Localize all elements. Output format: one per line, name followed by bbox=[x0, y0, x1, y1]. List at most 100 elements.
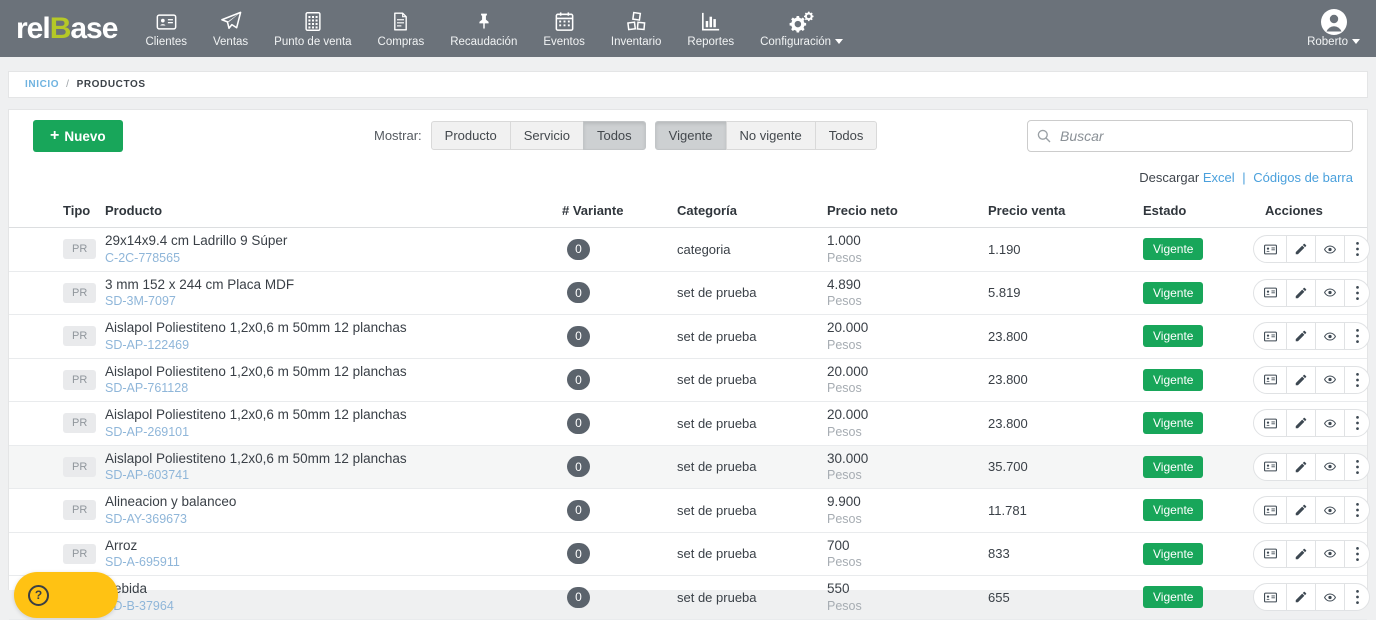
table-row: PR Arroz SD-A-695911 0 set de prueba 700… bbox=[9, 533, 1367, 577]
product-code: SD-AP-269101 bbox=[105, 424, 562, 440]
pencil-icon bbox=[1294, 373, 1308, 387]
view-button[interactable] bbox=[1315, 583, 1345, 611]
filter-servicio-button[interactable]: Servicio bbox=[510, 121, 584, 150]
eye-icon bbox=[1322, 591, 1338, 604]
table-row: PR 29x14x9.4 cm Ladrillo 9 Súper C-2C-77… bbox=[9, 228, 1367, 272]
breadcrumb-inicio[interactable]: INICIO bbox=[25, 79, 59, 90]
edit-button[interactable] bbox=[1286, 453, 1316, 481]
more-actions-button[interactable] bbox=[1344, 453, 1370, 481]
product-name: Aislapol Poliestiteno 1,2x0,6 m 50mm 12 … bbox=[105, 363, 562, 381]
more-actions-button[interactable] bbox=[1344, 366, 1370, 394]
variant-count-badge: 0 bbox=[567, 326, 590, 347]
gears-icon bbox=[788, 9, 815, 34]
detail-card-button[interactable] bbox=[1253, 366, 1287, 394]
detail-card-button[interactable] bbox=[1253, 322, 1287, 350]
chevron-down-icon bbox=[1352, 39, 1360, 44]
edit-button[interactable] bbox=[1286, 583, 1316, 611]
contact-card-icon bbox=[1262, 416, 1279, 431]
new-product-button[interactable]: + Nuevo bbox=[33, 120, 123, 152]
net-price: 550 bbox=[827, 580, 988, 598]
nav-item-configuracion[interactable]: Configuración bbox=[760, 9, 843, 48]
cubes-icon bbox=[624, 9, 649, 34]
status-badge: Vigente bbox=[1143, 456, 1203, 478]
currency-label: Pesos bbox=[827, 511, 988, 527]
product-name: Aislapol Poliestiteno 1,2x0,6 m 50mm 12 … bbox=[105, 319, 562, 337]
show-filters: Mostrar: Producto Servicio Todos Vigente… bbox=[374, 121, 877, 150]
detail-card-button[interactable] bbox=[1253, 540, 1287, 568]
detail-card-button[interactable] bbox=[1253, 583, 1287, 611]
edit-button[interactable] bbox=[1286, 366, 1316, 394]
edit-button[interactable] bbox=[1286, 496, 1316, 524]
edit-button[interactable] bbox=[1286, 235, 1316, 263]
kebab-menu-icon bbox=[1355, 502, 1360, 518]
detail-card-button[interactable] bbox=[1253, 453, 1287, 481]
more-actions-button[interactable] bbox=[1344, 279, 1370, 307]
product-name: Arroz bbox=[105, 537, 562, 555]
status-badge: Vigente bbox=[1143, 325, 1203, 347]
view-button[interactable] bbox=[1315, 322, 1345, 350]
tipo-badge: PR bbox=[63, 239, 96, 259]
edit-button[interactable] bbox=[1286, 279, 1316, 307]
table-row: PR Bebida SD-B-37964 0 set de prueba 550… bbox=[9, 576, 1367, 620]
download-excel-link[interactable]: Excel bbox=[1203, 170, 1235, 185]
status-badge: Vigente bbox=[1143, 412, 1203, 434]
more-actions-button[interactable] bbox=[1344, 583, 1370, 611]
help-chat-widget[interactable]: ? bbox=[14, 572, 118, 618]
contact-card-icon bbox=[1262, 503, 1279, 518]
eye-icon bbox=[1322, 504, 1338, 517]
nav-item-punto-de-venta[interactable]: Punto de venta bbox=[274, 9, 351, 48]
filter-todos-estado-button[interactable]: Todos bbox=[815, 121, 878, 150]
eye-icon bbox=[1322, 417, 1338, 430]
net-price: 20.000 bbox=[827, 406, 988, 424]
net-price: 1.000 bbox=[827, 232, 988, 250]
filter-no-vigente-button[interactable]: No vigente bbox=[726, 121, 816, 150]
view-button[interactable] bbox=[1315, 279, 1345, 307]
paper-plane-icon bbox=[219, 9, 243, 34]
status-badge: Vigente bbox=[1143, 238, 1203, 260]
view-button[interactable] bbox=[1315, 496, 1345, 524]
currency-label: Pesos bbox=[827, 424, 988, 440]
filter-todos-tipo-button[interactable]: Todos bbox=[583, 121, 646, 150]
currency-label: Pesos bbox=[827, 554, 988, 570]
pencil-icon bbox=[1294, 242, 1308, 256]
nav-item-reportes[interactable]: Reportes bbox=[687, 9, 734, 48]
detail-card-button[interactable] bbox=[1253, 496, 1287, 524]
edit-button[interactable] bbox=[1286, 322, 1316, 350]
nav-item-compras[interactable]: Compras bbox=[378, 9, 425, 48]
user-menu[interactable]: Roberto bbox=[1307, 9, 1360, 48]
status-badge: Vigente bbox=[1143, 543, 1203, 565]
contact-card-icon bbox=[1262, 590, 1279, 605]
more-actions-button[interactable] bbox=[1344, 409, 1370, 437]
more-actions-button[interactable] bbox=[1344, 496, 1370, 524]
kebab-menu-icon bbox=[1355, 589, 1360, 605]
nav-item-eventos[interactable]: Eventos bbox=[543, 9, 585, 48]
edit-button[interactable] bbox=[1286, 409, 1316, 437]
nav-item-recaudacion[interactable]: Recaudación bbox=[450, 9, 517, 48]
sale-price: 23.800 bbox=[988, 329, 1143, 344]
more-actions-button[interactable] bbox=[1344, 322, 1370, 350]
search-input[interactable] bbox=[1027, 120, 1353, 152]
edit-button[interactable] bbox=[1286, 540, 1316, 568]
sale-price: 833 bbox=[988, 546, 1143, 561]
view-button[interactable] bbox=[1315, 540, 1345, 568]
app-logo[interactable]: relBase bbox=[16, 12, 117, 46]
detail-card-button[interactable] bbox=[1253, 235, 1287, 263]
detail-card-button[interactable] bbox=[1253, 409, 1287, 437]
detail-card-button[interactable] bbox=[1253, 279, 1287, 307]
more-actions-button[interactable] bbox=[1344, 540, 1370, 568]
view-button[interactable] bbox=[1315, 409, 1345, 437]
more-actions-button[interactable] bbox=[1344, 235, 1370, 263]
filter-vigente-button[interactable]: Vigente bbox=[655, 121, 727, 150]
nav-item-ventas[interactable]: Ventas bbox=[213, 9, 248, 48]
filter-producto-button[interactable]: Producto bbox=[431, 121, 511, 150]
download-separator: | bbox=[1242, 170, 1245, 185]
main-navigation: Clientes Ventas Punto de venta Compras R… bbox=[145, 9, 843, 48]
nav-item-clientes[interactable]: Clientes bbox=[145, 9, 187, 48]
help-icon: ? bbox=[28, 585, 49, 606]
nav-item-inventario[interactable]: Inventario bbox=[611, 9, 662, 48]
view-button[interactable] bbox=[1315, 366, 1345, 394]
view-button[interactable] bbox=[1315, 453, 1345, 481]
calculator-icon bbox=[302, 9, 324, 34]
view-button[interactable] bbox=[1315, 235, 1345, 263]
download-barcodes-link[interactable]: Códigos de barra bbox=[1253, 170, 1353, 185]
